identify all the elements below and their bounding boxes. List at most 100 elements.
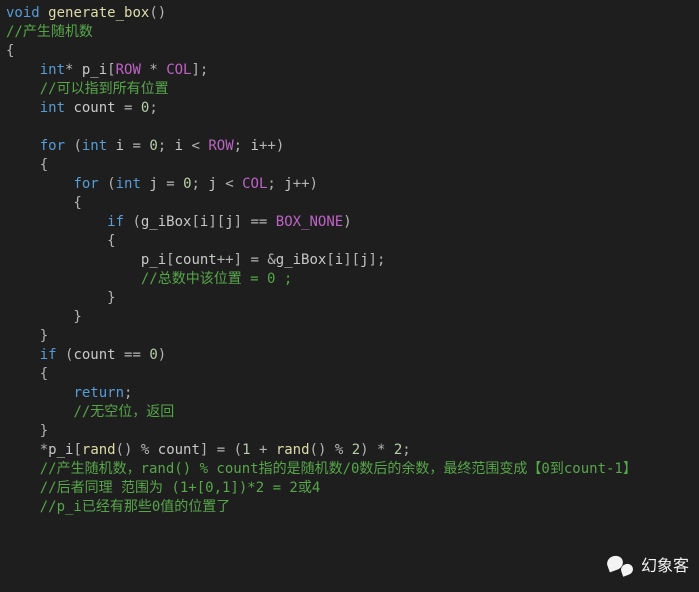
code-token: + [251,442,276,458]
code-token: //总数中该位置 = 0 ; [141,271,292,287]
code-token: i [175,138,183,154]
code-token: } [6,290,116,306]
code-line: int count = 0; [6,100,158,116]
code-line: { [6,157,48,173]
code-token: () % [310,442,352,458]
code-token: ] = ( [200,442,242,458]
code-token: { [6,366,48,382]
code-token: rand [276,442,310,458]
code-token: for [40,138,65,154]
code-line: } [6,423,48,439]
code-line: { [6,43,14,59]
code-token: ; [267,176,284,192]
code-line: *p_i[rand() % count] = (1 + rand() % 2) … [6,442,411,458]
code-token [6,385,73,401]
code-token: () [149,5,166,21]
code-token: 1 [242,442,250,458]
code-token: generate_box [48,5,149,21]
code-line: { [6,233,116,249]
code-line: for (int i = 0; i < ROW; i++) [6,138,284,154]
code-token: ( [99,176,116,192]
code-token: ; [402,442,410,458]
code-token: == [116,347,150,363]
code-token: g_iBox [276,252,327,268]
code-token: [ [107,62,115,78]
code-line: for (int j = 0; j < COL; j++) [6,176,318,192]
code-token: ] == [234,214,276,230]
code-token [6,499,40,515]
code-line: //后者同理 范围为 (1+[0,1])*2 = 2或4 [6,480,320,496]
code-line: //可以指到所有位置 [6,81,169,97]
code-token: 0 [183,176,191,192]
code-token [6,347,40,363]
code-token: ; [149,100,157,116]
code-token [6,138,40,154]
code-token: < [217,176,242,192]
code-token: int [40,100,65,116]
code-token: ++) [293,176,318,192]
code-token: ]; [369,252,386,268]
watermark: 幻象客 [605,554,689,578]
code-token [6,252,141,268]
code-token: ROW [116,62,141,78]
code-line: { [6,366,48,382]
code-token: p_i [48,442,73,458]
code-line: //产生随机数，rand() % count指的是随机数/0数后的余数，最终范围… [6,461,637,477]
code-token [6,176,73,192]
code-token: ; [124,385,132,401]
code-token: ( [57,347,74,363]
code-token: if [107,214,124,230]
code-line: if (g_iBox[i][j] == BOX_NONE) [6,214,352,230]
code-line: //产生随机数 [6,24,93,40]
code-line: //无空位，返回 [6,404,174,420]
code-token: return [73,385,124,401]
code-token: ( [124,214,141,230]
code-token [6,81,40,97]
code-token: j [225,214,233,230]
code-token: ( [65,138,82,154]
code-token: COL [166,62,191,78]
code-token: for [73,176,98,192]
code-token: //后者同理 范围为 (1+[0,1])*2 = 2或4 [40,480,321,496]
code-token: //p_i已经有那些0值的位置了 [40,499,231,515]
code-token: if [40,347,57,363]
code-token: count [158,442,200,458]
code-token: p_i [82,62,107,78]
code-token: [ [191,214,199,230]
code-token: count [175,252,217,268]
code-token [40,5,48,21]
code-token: { [6,195,82,211]
code-token: g_iBox [141,214,192,230]
code-token [6,271,141,287]
code-token: count [73,100,115,116]
code-token: ROW [208,138,233,154]
code-block: void generate_box() //产生随机数 { int* p_i[R… [0,0,699,521]
code-token: BOX_NONE [276,214,343,230]
code-token: * [65,62,82,78]
code-token: [ [73,442,81,458]
code-token: } [6,328,48,344]
code-token: //产生随机数 [6,24,93,40]
code-token [6,100,40,116]
code-token: * [6,442,48,458]
code-token: int [82,138,107,154]
code-token: ; [234,138,251,154]
code-token: p_i [141,252,166,268]
code-line: } [6,328,48,344]
code-token: 0 [149,347,157,363]
code-token: 2 [352,442,360,458]
code-token: ]; [192,62,209,78]
code-token [6,62,40,78]
code-token: = [158,176,183,192]
code-line: } [6,290,116,306]
code-line: //总数中该位置 = 0 ; [6,271,292,287]
code-token [107,138,115,154]
code-token [6,461,40,477]
code-token: ++] = & [217,252,276,268]
wechat-icon [605,554,635,578]
code-token: i [251,138,259,154]
code-line: void generate_box() [6,5,166,21]
code-token: void [6,5,40,21]
code-token: j [284,176,292,192]
code-token: () % [116,442,158,458]
